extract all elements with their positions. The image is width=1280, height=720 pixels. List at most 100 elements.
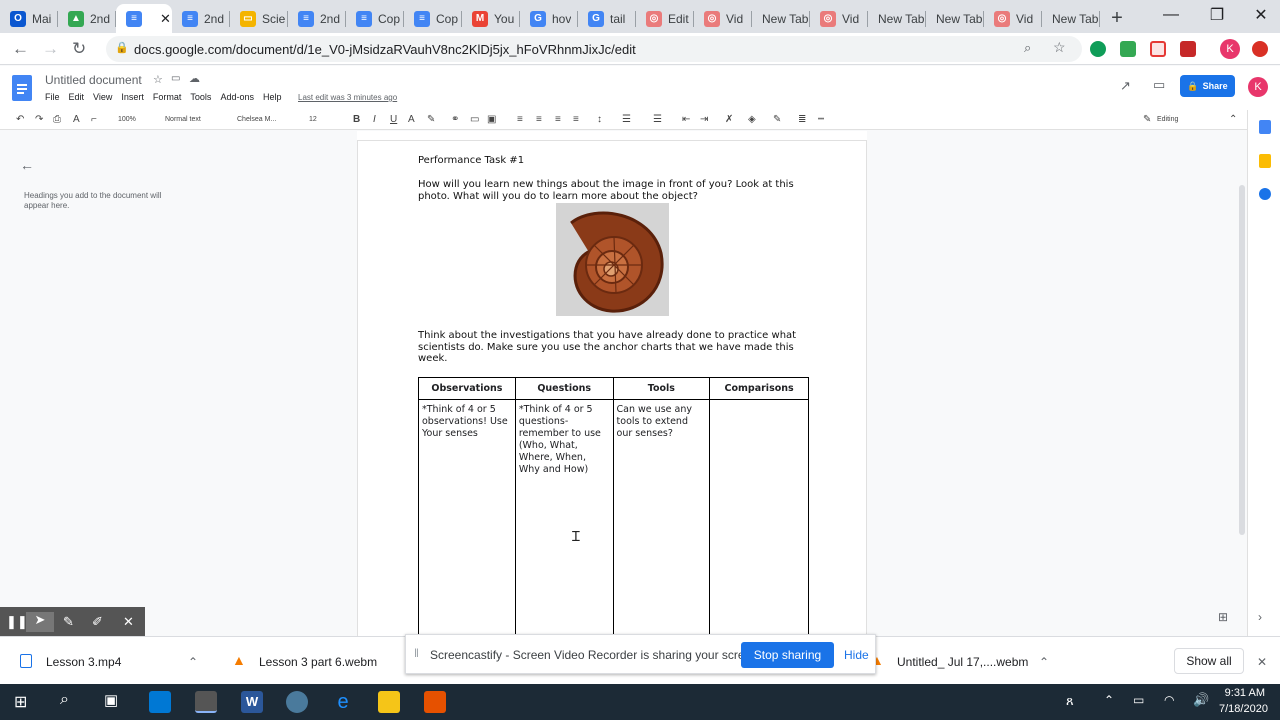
browser-tab[interactable]: New Tab [926, 4, 984, 33]
table-cell-questions[interactable]: *Think of 4 or 5 questions- remember to … [514, 399, 614, 640]
outline-back-icon[interactable]: ← [20, 157, 34, 173]
fill-color-icon[interactable]: ◈ [748, 114, 756, 125]
extension-pdf-icon[interactable] [1180, 41, 1196, 57]
table-cell-tools[interactable]: Can we use any tools to extend our sense… [612, 399, 711, 640]
browser-tab[interactable]: New Tab [752, 4, 810, 33]
close-downloads-icon[interactable]: ✕ [1257, 655, 1267, 669]
align-center-icon[interactable]: ≡ [536, 114, 542, 125]
bulleted-list-icon[interactable]: ☰ [653, 114, 662, 125]
forward-icon[interactable]: → [42, 39, 59, 59]
tab-close-icon[interactable]: ✕ [160, 11, 171, 27]
browser-tab[interactable]: ▲ 2nd [58, 4, 116, 33]
close-tools-icon[interactable]: ✕ [123, 614, 134, 630]
task-heading[interactable]: Performance Task #1 [418, 155, 524, 167]
collapse-toolbar-icon[interactable]: ⌃ [1229, 114, 1237, 125]
file-explorer-icon[interactable] [378, 691, 400, 713]
tasks-icon[interactable] [1259, 188, 1271, 200]
app-icon[interactable] [424, 691, 446, 713]
style-select[interactable]: Normal text [165, 116, 201, 123]
browser-tab[interactable]: M You [462, 4, 520, 33]
ammonite-fossil-image[interactable] [556, 203, 669, 316]
download-item[interactable]: Lesson 3.mp4 [46, 655, 121, 669]
menu-item[interactable]: Insert [121, 92, 144, 102]
highlight-icon[interactable]: ✎ [427, 114, 435, 125]
pointer-icon[interactable]: ➤ [26, 612, 54, 632]
undo-icon[interactable]: ↶ [16, 114, 24, 125]
browser-tab[interactable]: ◎ Edit [636, 4, 694, 33]
document-page[interactable]: Performance Task #1 How will you learn n… [357, 141, 867, 640]
pause-icon[interactable]: ❚❚ [6, 614, 28, 630]
hide-button[interactable]: Hide [844, 648, 869, 662]
last-edit-link[interactable]: Last edit was 3 minutes ago [298, 93, 397, 102]
keep-icon[interactable] [1259, 154, 1271, 168]
calendar-icon[interactable] [1259, 120, 1271, 134]
share-button[interactable]: 🔒 Share [1180, 75, 1235, 97]
comment-icon[interactable]: ▭ [1153, 77, 1165, 93]
tray-chevron-icon[interactable]: ⌃ [1104, 693, 1114, 707]
menu-item[interactable]: View [93, 92, 112, 102]
taskbar-date[interactable]: 7/18/2020 [1219, 703, 1268, 715]
table-cell-comparisons[interactable] [709, 399, 809, 640]
show-all-button[interactable]: Show all [1174, 648, 1244, 674]
italic-icon[interactable]: I [373, 114, 376, 125]
font-select[interactable]: Chelsea M... [237, 116, 276, 123]
task-prompt[interactable]: How will you learn new things about the … [418, 179, 804, 202]
menu-item[interactable]: Format [153, 92, 182, 102]
people-icon[interactable]: ጸ [1066, 693, 1074, 709]
zoom-select[interactable]: 100% [118, 116, 136, 123]
back-icon[interactable]: ← [12, 39, 29, 59]
download-menu-chevron-icon[interactable]: ⌃ [1039, 655, 1049, 669]
menu-item[interactable]: Tools [190, 92, 211, 102]
decrease-indent-icon[interactable]: ⇤ [682, 114, 690, 125]
stop-sharing-button[interactable]: Stop sharing [741, 642, 834, 668]
new-tab-icon[interactable]: + [1100, 4, 1134, 33]
bold-icon[interactable]: B [353, 114, 360, 125]
ruler[interactable] [357, 131, 867, 141]
browser-tab[interactable]: ◎ Vid [810, 4, 868, 33]
table-header[interactable]: Tools [612, 377, 711, 400]
editing-mode-select[interactable]: Editing [1157, 116, 1178, 123]
print-icon[interactable]: ⎙ [53, 114, 61, 125]
browser-tab[interactable]: ≡ Cop [404, 4, 462, 33]
line-spacing-icon[interactable]: ↕ [597, 114, 602, 125]
pen-icon[interactable]: ✎ [63, 614, 74, 630]
edge-icon[interactable]: e [332, 691, 354, 713]
account-avatar[interactable]: K [1248, 77, 1268, 97]
maximize-icon[interactable]: ❐ [1194, 0, 1240, 30]
paint-app-icon[interactable] [286, 691, 308, 713]
activity-trend-icon[interactable]: ↗ [1120, 78, 1131, 94]
instructions-text[interactable]: Think about the investigations that you … [418, 330, 804, 365]
chrome-profile-icon[interactable] [195, 691, 217, 713]
star-icon[interactable]: ☆ [153, 73, 163, 86]
windows-start-icon[interactable]: ⊞ [14, 692, 27, 712]
border-width-icon[interactable]: ≣ [798, 114, 806, 125]
border-color-icon[interactable]: ✎ [773, 114, 781, 125]
window-close-icon[interactable]: ✕ [1238, 0, 1280, 30]
eraser-icon[interactable]: ✐ [92, 614, 103, 630]
document-title[interactable]: Untitled document [45, 73, 142, 87]
font-size-select[interactable]: 12 [309, 116, 317, 123]
move-folder-icon[interactable]: ▭ [171, 73, 180, 84]
download-item[interactable]: Untitled_ Jul 17,....webm [897, 655, 1028, 669]
browser-tab[interactable]: ≡ 2nd [172, 4, 230, 33]
vertical-scrollbar[interactable] [1239, 185, 1245, 535]
explore-icon[interactable]: ⊞ [1218, 610, 1228, 624]
zoom-search-icon[interactable]: ⌕ [1024, 40, 1031, 56]
download-menu-chevron-icon[interactable]: ⌃ [188, 655, 198, 669]
menu-item[interactable]: File [45, 92, 60, 102]
mail-icon[interactable] [149, 691, 171, 713]
redo-icon[interactable]: ↷ [35, 114, 43, 125]
taskbar-time[interactable]: 9:31 AM [1221, 687, 1265, 699]
table-cell-observations[interactable]: *Think of 4 or 5 observations! Use Your … [418, 399, 516, 640]
reload-icon[interactable]: ↻ [72, 39, 86, 59]
browser-tab[interactable]: New Tab [1042, 4, 1100, 33]
extension-red-icon[interactable] [1252, 41, 1268, 57]
insert-comment-icon[interactable]: ▭ [470, 114, 479, 125]
menu-item[interactable]: Add-ons [220, 92, 254, 102]
minimize-icon[interactable]: — [1148, 0, 1194, 30]
wifi-icon[interactable]: ◠ [1164, 693, 1174, 707]
bookmark-star-icon[interactable]: ☆ [1053, 39, 1066, 56]
search-icon[interactable]: ⌕ [60, 691, 69, 709]
browser-tab[interactable]: ≡ Cop [346, 4, 404, 33]
browser-tab[interactable]: ◎ Vid [984, 4, 1042, 33]
